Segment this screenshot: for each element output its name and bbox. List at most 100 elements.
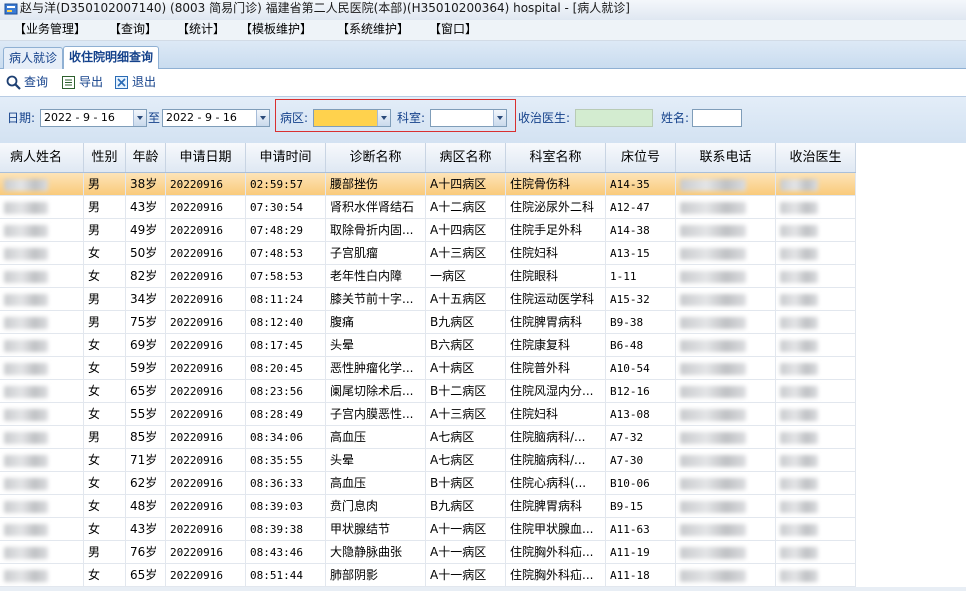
table-row[interactable]: 女 48岁 20220916 08:39:03 贲门息肉 B九病区 住院脾胃病科 B9-15 bbox=[0, 495, 856, 518]
menu-window[interactable]: 【窗口】 bbox=[429, 20, 477, 38]
cell-dept: 住院康复科 bbox=[506, 334, 606, 357]
ward-select[interactable] bbox=[313, 109, 391, 127]
column-header-ward[interactable]: 病区名称 bbox=[426, 143, 506, 172]
menu-system[interactable]: 【系统维护】 bbox=[337, 20, 409, 38]
table-row[interactable]: 女 50岁 20220916 07:48:53 子宫肌瘤 A十三病区 住院妇科 A13-15 bbox=[0, 242, 856, 265]
cell-doctor bbox=[776, 334, 856, 357]
menu-template[interactable]: 【模板维护】 bbox=[240, 20, 312, 38]
table-row[interactable]: 男 75岁 20220916 08:12:40 腹痛 B九病区 住院脾胃病科 B9-38 bbox=[0, 311, 856, 334]
table-row[interactable]: 男 49岁 20220916 07:48:29 取除骨折内固... A十四病区 住院手足外科… bbox=[0, 219, 856, 242]
menu-bar: 【业务管理】 【查询】 【统计】 【模板维护】 【系统维护】 【窗口】 bbox=[0, 20, 966, 41]
cell-ward: B六病区 bbox=[426, 334, 506, 357]
cell-gender: 女 bbox=[84, 380, 126, 403]
exit-button[interactable]: 退出 bbox=[114, 73, 156, 91]
dept-select[interactable] bbox=[430, 109, 507, 127]
cell-phone bbox=[676, 357, 776, 380]
cell-name bbox=[0, 472, 84, 495]
cell-diagnosis: 腹痛 bbox=[326, 311, 426, 334]
redacted-name bbox=[4, 523, 48, 536]
table-row[interactable]: 女 65岁 20220916 08:23:56 阑尾切除术后... B十二病区 住院风湿内分… bbox=[0, 380, 856, 403]
ward-dropdown-icon[interactable] bbox=[377, 110, 390, 126]
doctor-field[interactable] bbox=[575, 109, 653, 127]
table-row[interactable]: 女 59岁 20220916 08:20:45 恶性肿瘤化学... A十病区 住院普外科 A1… bbox=[0, 357, 856, 380]
cell-name bbox=[0, 564, 84, 587]
tab-patient-visit[interactable]: 病人就诊 bbox=[3, 47, 64, 69]
cell-diagnosis: 高血压 bbox=[326, 426, 426, 449]
cell-age: 65岁 bbox=[126, 380, 166, 403]
redacted-doctor bbox=[780, 500, 818, 513]
cell-diagnosis: 子宫内膜恶性... bbox=[326, 403, 426, 426]
admission-grid: 病人姓名 性别 年龄 申请日期 申请时间 诊断名称 病区名称 科室名称 床位号 联系电话 收治医生 … bbox=[0, 143, 966, 591]
exit-icon bbox=[115, 76, 128, 89]
cell-time: 08:12:40 bbox=[246, 311, 326, 334]
table-row[interactable]: 女 69岁 20220916 08:17:45 头晕 B六病区 住院康复科 B6-48 bbox=[0, 334, 856, 357]
cell-dept: 住院脾胃病科 bbox=[506, 495, 606, 518]
cell-doctor bbox=[776, 288, 856, 311]
cell-bed: 1-11 bbox=[606, 265, 676, 288]
redacted-phone bbox=[680, 270, 746, 283]
column-header-diagnosis[interactable]: 诊断名称 bbox=[326, 143, 426, 172]
column-header-age[interactable]: 年龄 bbox=[126, 143, 166, 172]
menu-statistics[interactable]: 【统计】 bbox=[177, 20, 225, 38]
name-field[interactable] bbox=[692, 109, 742, 127]
column-header-phone[interactable]: 联系电话 bbox=[676, 143, 776, 172]
redacted-doctor bbox=[780, 201, 818, 214]
date-from-picker[interactable]: 2022 - 9 - 16 bbox=[40, 109, 147, 127]
redacted-name bbox=[4, 224, 48, 237]
cell-diagnosis: 老年性白内障 bbox=[326, 265, 426, 288]
cell-name bbox=[0, 288, 84, 311]
column-header-time[interactable]: 申请时间 bbox=[246, 143, 326, 172]
export-button[interactable]: 导出 bbox=[61, 73, 103, 91]
cell-dept: 住院眼科 bbox=[506, 265, 606, 288]
table-row[interactable]: 女 43岁 20220916 08:39:38 甲状腺结节 A十一病区 住院甲状腺血... A… bbox=[0, 518, 856, 541]
cell-date: 20220916 bbox=[166, 173, 246, 196]
redacted-phone bbox=[680, 362, 746, 375]
date-from-dropdown-icon[interactable] bbox=[133, 110, 146, 126]
column-header-date[interactable]: 申请日期 bbox=[166, 143, 246, 172]
menu-business[interactable]: 【业务管理】 bbox=[14, 20, 86, 38]
redacted-doctor bbox=[780, 385, 818, 398]
cell-bed: A15-32 bbox=[606, 288, 676, 311]
cell-dept: 住院脾胃病科 bbox=[506, 311, 606, 334]
cell-name bbox=[0, 518, 84, 541]
column-header-dept[interactable]: 科室名称 bbox=[506, 143, 606, 172]
redacted-name bbox=[4, 178, 48, 191]
cell-date: 20220916 bbox=[166, 219, 246, 242]
horizontal-scrollbar[interactable] bbox=[0, 587, 966, 591]
window-title: 赵与洋(D350102007140) (8003 简易门诊) 福建省第二人民医院… bbox=[20, 1, 630, 15]
table-row[interactable]: 男 85岁 20220916 08:34:06 高血压 A七病区 住院脑病科/... A7-3… bbox=[0, 426, 856, 449]
cell-dept: 住院脑病科/... bbox=[506, 426, 606, 449]
cell-ward: B十病区 bbox=[426, 472, 506, 495]
column-header-doctor[interactable]: 收治医生 bbox=[776, 143, 856, 172]
date-to-dropdown-icon[interactable] bbox=[256, 110, 269, 126]
redacted-doctor bbox=[780, 431, 818, 444]
table-row[interactable]: 男 43岁 20220916 07:30:54 肾积水伴肾结石 A十二病区 住院泌尿外二科 A… bbox=[0, 196, 856, 219]
table-row[interactable]: 女 71岁 20220916 08:35:55 头晕 A七病区 住院脑病科/... A7-30 bbox=[0, 449, 856, 472]
table-row[interactable]: 男 76岁 20220916 08:43:46 大隐静脉曲张 A十一病区 住院胸外科疝...… bbox=[0, 541, 856, 564]
title-bar: 赵与洋(D350102007140) (8003 简易门诊) 福建省第二人民医院… bbox=[0, 0, 966, 21]
table-row[interactable]: 女 65岁 20220916 08:51:44 肺部阴影 A十一病区 住院胸外科疝... A1… bbox=[0, 564, 856, 587]
cell-phone bbox=[676, 334, 776, 357]
table-row[interactable]: 女 82岁 20220916 07:58:53 老年性白内障 一病区 住院眼科 1-11 bbox=[0, 265, 856, 288]
column-header-bed[interactable]: 床位号 bbox=[606, 143, 676, 172]
column-header-name[interactable]: 病人姓名 bbox=[0, 143, 84, 172]
tab-admission-detail[interactable]: 收住院明细查询 bbox=[63, 46, 160, 69]
menu-query[interactable]: 【查询】 bbox=[109, 20, 157, 38]
cell-bed: B12-16 bbox=[606, 380, 676, 403]
cell-dept: 住院胸外科疝... bbox=[506, 541, 606, 564]
date-to-picker[interactable]: 2022 - 9 - 16 bbox=[162, 109, 270, 127]
cell-ward: A十一病区 bbox=[426, 541, 506, 564]
redacted-name bbox=[4, 500, 48, 513]
query-button[interactable]: 查询 bbox=[6, 73, 48, 91]
dept-dropdown-icon[interactable] bbox=[493, 110, 506, 126]
cell-date: 20220916 bbox=[166, 196, 246, 219]
cell-phone bbox=[676, 449, 776, 472]
cell-age: 59岁 bbox=[126, 357, 166, 380]
table-row[interactable]: 女 55岁 20220916 08:28:49 子宫内膜恶性... A十三病区 住院妇科 A1… bbox=[0, 403, 856, 426]
column-header-gender[interactable]: 性别 bbox=[84, 143, 126, 172]
table-row[interactable]: 女 62岁 20220916 08:36:33 高血压 B十病区 住院心病科(... B10-… bbox=[0, 472, 856, 495]
cell-bed: A7-30 bbox=[606, 449, 676, 472]
cell-bed: B9-15 bbox=[606, 495, 676, 518]
table-row[interactable]: 男 38岁 20220916 02:59:57 腰部挫伤 A十四病区 住院骨伤科 A14-35 bbox=[0, 173, 856, 196]
table-row[interactable]: 男 34岁 20220916 08:11:24 膝关节前十字... A十五病区 住院运动医学… bbox=[0, 288, 856, 311]
